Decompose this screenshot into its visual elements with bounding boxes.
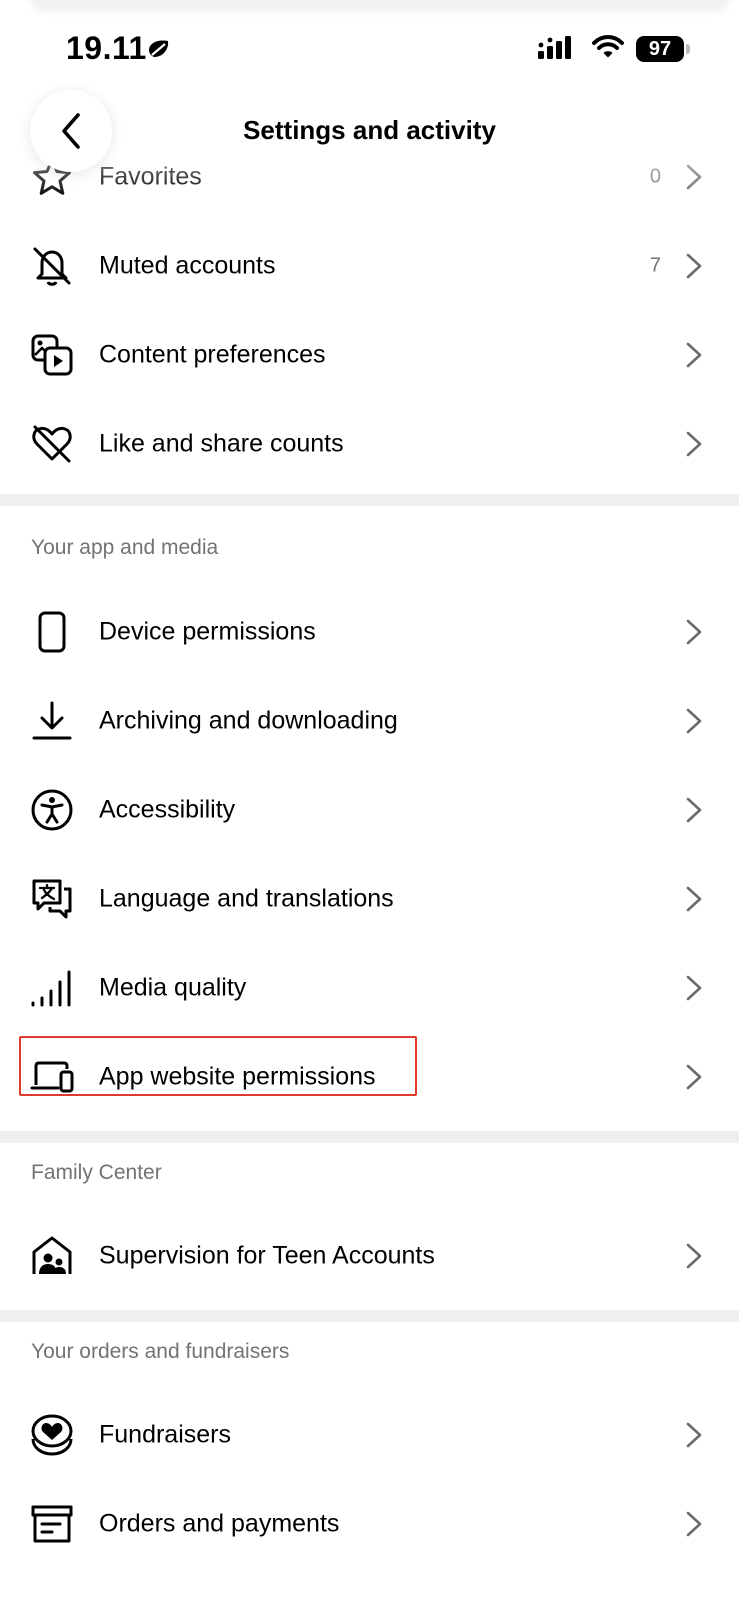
page-title: Settings and activity <box>243 115 496 145</box>
focus-mode-icon <box>149 40 169 57</box>
section-header: Your orders and fundraisers <box>31 1340 290 1363</box>
settings-item-label: Like and share counts <box>99 429 344 457</box>
settings-item-label: Language and translations <box>99 884 394 912</box>
section-divider <box>0 1310 739 1322</box>
chevron-right-icon <box>686 886 702 911</box>
settings-item-label: Muted accounts <box>99 251 276 279</box>
settings-item-muted-accounts[interactable]: Muted accounts 7 <box>0 221 739 310</box>
settings-item-supervision[interactable]: Supervision for Teen Accounts <box>0 1211 739 1300</box>
settings-item-label: Media quality <box>99 973 247 1001</box>
settings-item-content-preferences[interactable]: Content preferences <box>0 310 739 399</box>
accessibility-icon <box>30 788 74 832</box>
settings-item-label: Device permissions <box>99 617 316 645</box>
chevron-right-icon <box>686 708 702 733</box>
orders-box-icon <box>30 1502 74 1546</box>
chevron-right-icon <box>686 975 702 1000</box>
settings-item-label: Archiving and downloading <box>99 706 398 734</box>
chevron-right-icon <box>686 1511 702 1536</box>
status-bar: 19.11 97 <box>0 0 739 90</box>
download-icon <box>30 699 74 743</box>
family-home-icon <box>30 1234 74 1278</box>
item-count: 0 <box>649 165 661 187</box>
settings-item-label: Content preferences <box>99 340 326 368</box>
chevron-right-icon <box>686 342 702 367</box>
settings-item-label: Orders and payments <box>99 1509 340 1537</box>
phone-icon <box>30 610 74 654</box>
chevron-right-icon <box>686 1422 702 1447</box>
section-header: Family Center <box>31 1161 162 1184</box>
translate-icon <box>30 877 74 921</box>
battery-indicator: 97 <box>636 36 684 62</box>
chevron-right-icon <box>686 797 702 822</box>
chevron-right-icon <box>686 1064 702 1089</box>
settings-item-media-quality[interactable]: Media quality <box>0 943 739 1032</box>
settings-item-orders-and-payments[interactable]: Orders and payments <box>0 1479 739 1568</box>
battery-nub <box>686 44 690 54</box>
settings-item-label: Favorites <box>99 162 202 190</box>
chevron-right-icon <box>686 164 702 189</box>
settings-item-like-and-share-counts[interactable]: Like and share counts <box>0 399 739 488</box>
fundraiser-heart-icon <box>30 1413 74 1457</box>
settings-item-fundraisers[interactable]: Fundraisers <box>0 1390 739 1479</box>
item-count: 7 <box>649 254 661 276</box>
wifi-icon <box>592 35 624 58</box>
cellular-signal-icon <box>538 36 571 59</box>
settings-item-archiving-and-downloading[interactable]: Archiving and downloading <box>0 676 739 765</box>
section-divider <box>0 1131 739 1143</box>
settings-item-label: Accessibility <box>99 795 236 823</box>
settings-item-label: Supervision for Teen Accounts <box>99 1241 435 1269</box>
settings-item-accessibility[interactable]: Accessibility <box>0 765 739 854</box>
chevron-right-icon <box>686 431 702 456</box>
highlight-box <box>19 1036 417 1096</box>
chevron-right-icon <box>686 1243 702 1268</box>
settings-item-device-permissions[interactable]: Device permissions <box>0 587 739 676</box>
signal-bars-icon <box>30 966 74 1010</box>
status-time: 19.11 <box>66 30 147 66</box>
heart-off-icon <box>30 422 74 466</box>
muted-bell-icon <box>30 244 74 288</box>
section-divider <box>0 494 739 506</box>
settings-item-label: Fundraisers <box>99 1420 231 1448</box>
chevron-right-icon <box>686 253 702 278</box>
section-header: Your app and media <box>31 536 219 559</box>
settings-item-language-and-translations[interactable]: Language and translations <box>0 854 739 943</box>
chevron-right-icon <box>686 619 702 644</box>
content-media-icon <box>30 333 74 377</box>
